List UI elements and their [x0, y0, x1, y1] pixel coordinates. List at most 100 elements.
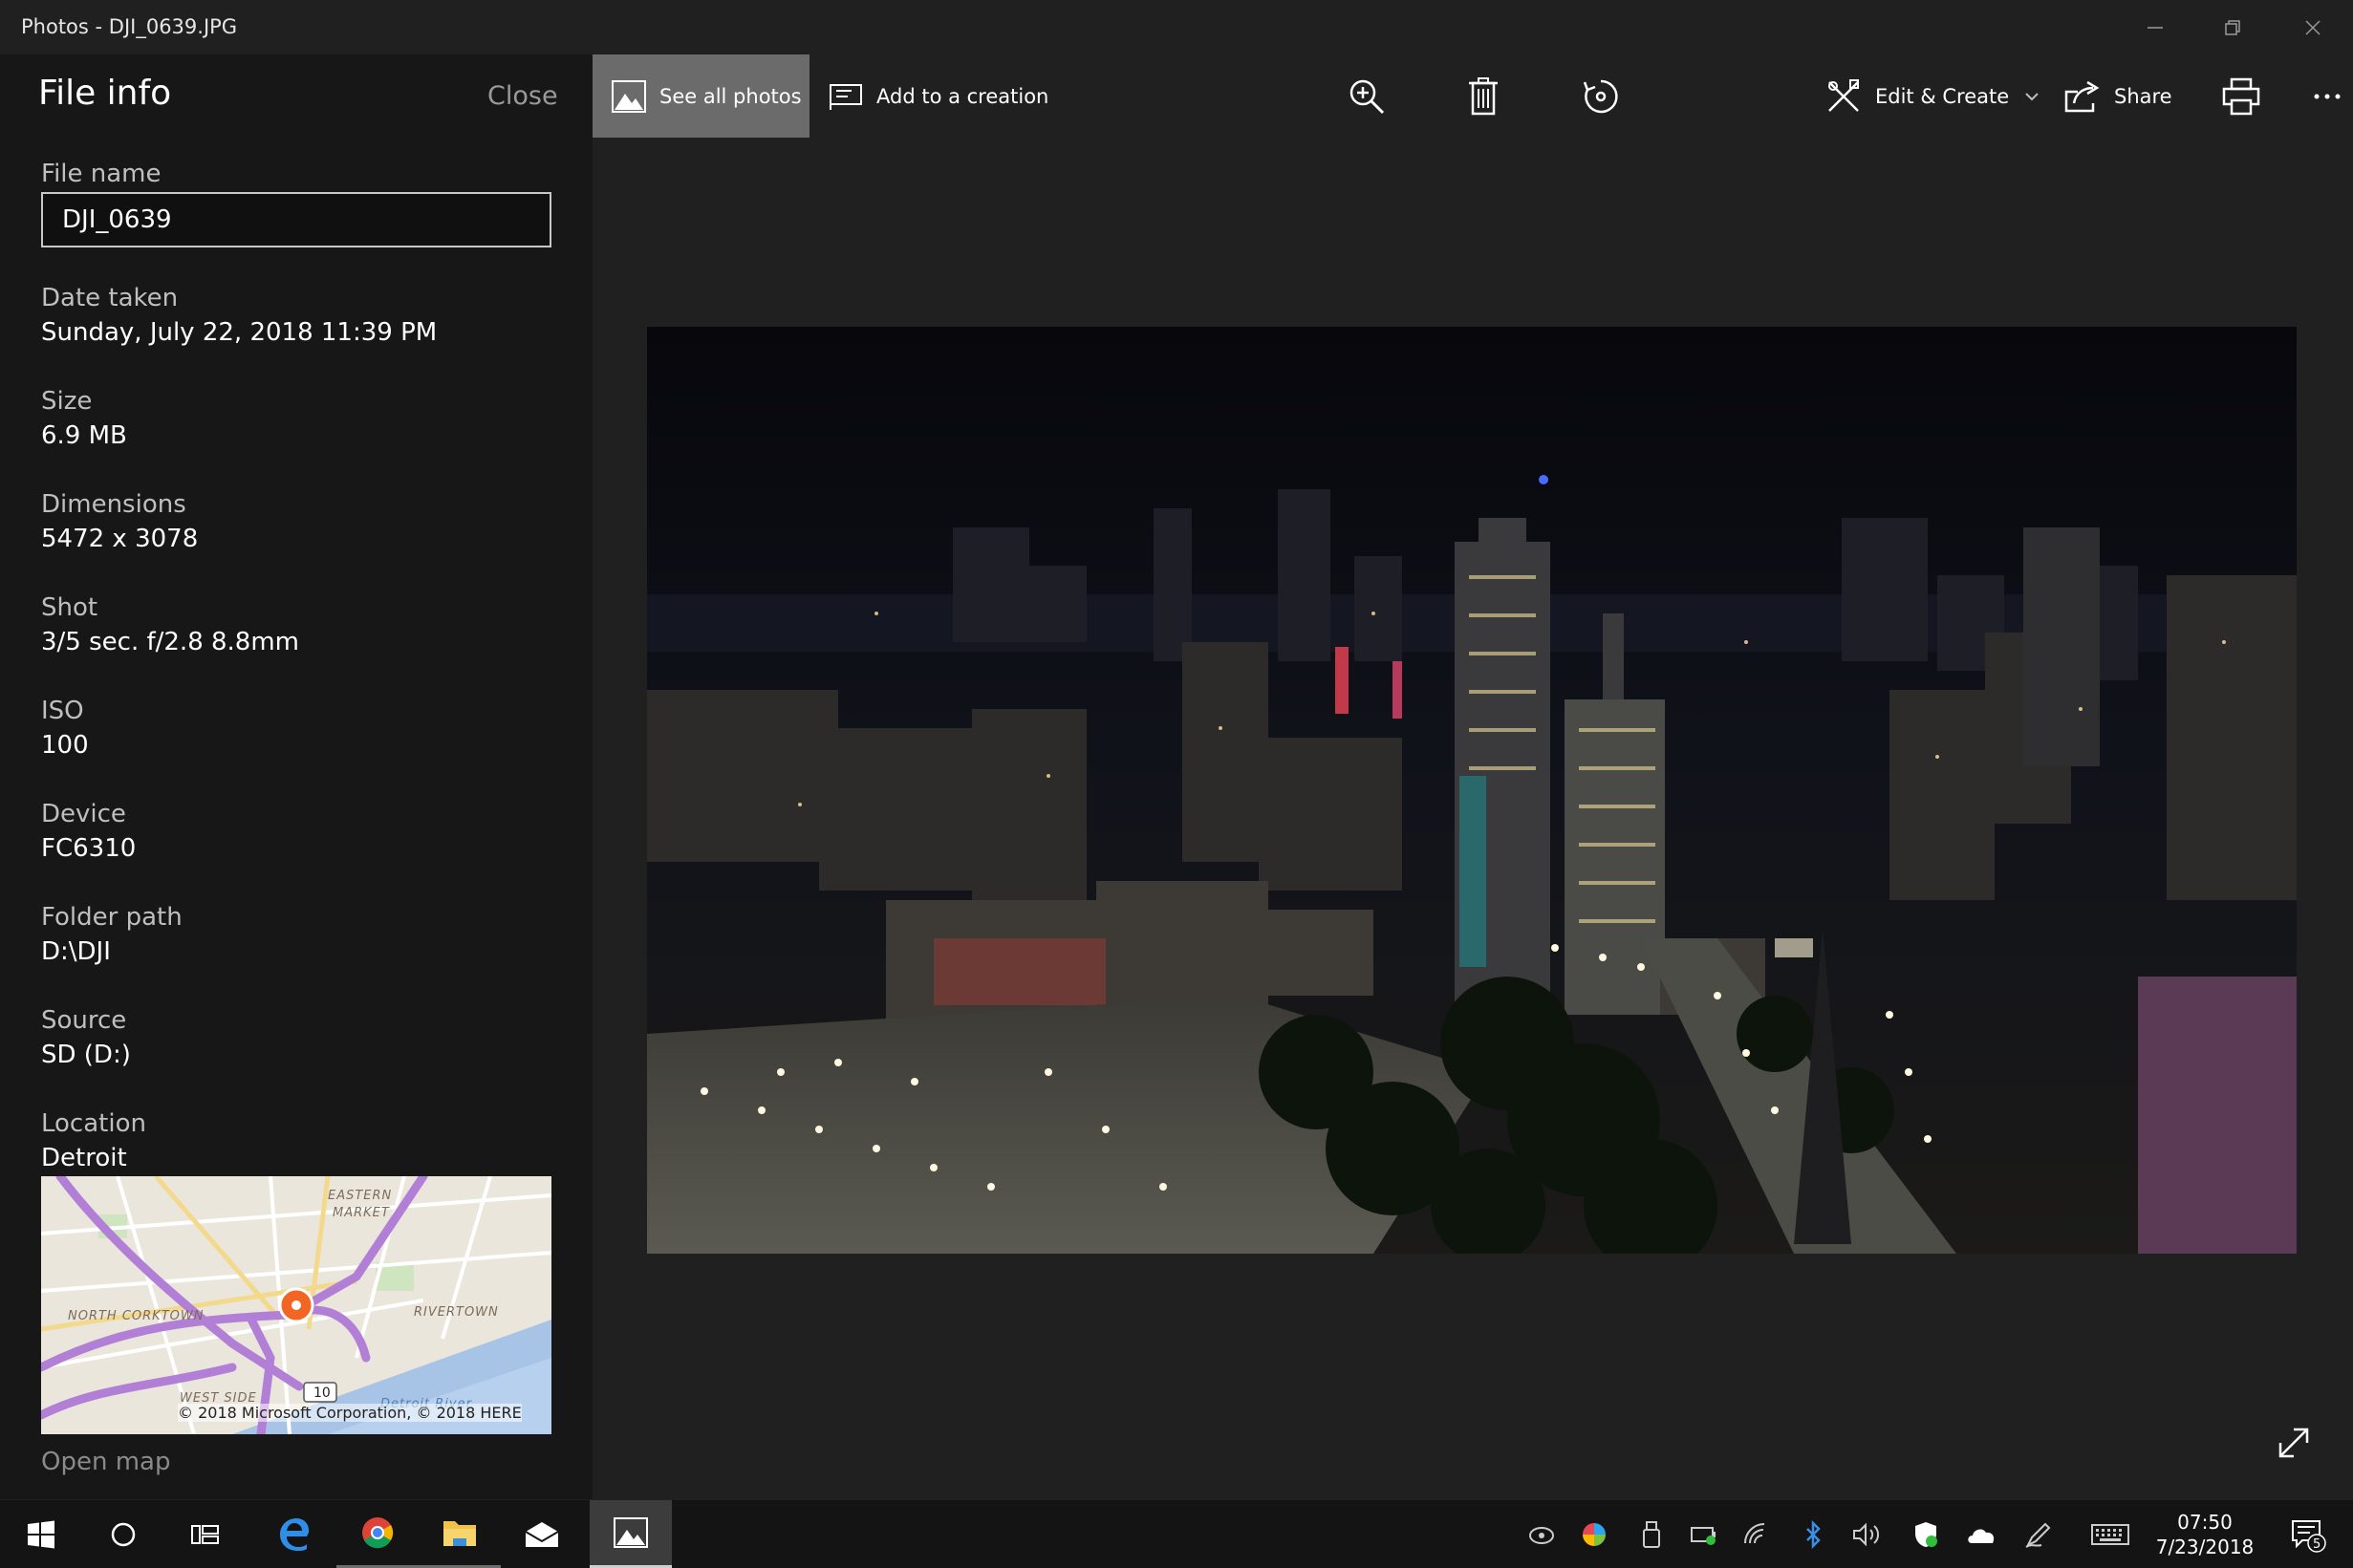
- clock-time: 07:50: [2177, 1511, 2233, 1534]
- see-all-photos-button[interactable]: See all photos: [593, 54, 810, 138]
- task-view-icon: [191, 1525, 219, 1544]
- road-shield-number: 10: [313, 1385, 331, 1401]
- source-label: Source: [41, 1006, 127, 1035]
- ellipsis-icon: [2314, 94, 2341, 98]
- window-title: Photos - DJI_0639.JPG: [21, 15, 238, 38]
- date-taken-value: Sunday, July 22, 2018 11:39 PM: [41, 318, 438, 347]
- taskbar-photos[interactable]: [590, 1500, 672, 1568]
- tray-storage-sense[interactable]: [1515, 1500, 1568, 1568]
- restore-button[interactable]: [2194, 0, 2271, 54]
- photos-app-window: Photos - DJI_0639.JPG File info Close Fi…: [0, 0, 2353, 1568]
- tray-color-app[interactable]: [1567, 1500, 1621, 1568]
- open-map-link[interactable]: Open map: [41, 1448, 170, 1476]
- file-name-value: DJI_0639: [62, 205, 172, 234]
- taskbar-edge[interactable]: [253, 1500, 335, 1568]
- map-label-eastern: EASTERN: [328, 1189, 392, 1203]
- bluetooth-icon: [1806, 1520, 1821, 1549]
- file-info-panel: File info Close File name DJI_0639 Date …: [0, 54, 593, 1499]
- tray-volume[interactable]: [1840, 1500, 1893, 1568]
- mail-icon: [525, 1522, 559, 1547]
- shield-icon: [1915, 1522, 1937, 1547]
- edit-create-label: Edit & Create: [1875, 84, 2010, 108]
- night-city-photo: [647, 327, 2297, 1254]
- keyboard-icon: [2091, 1524, 2129, 1545]
- map-graphic: EASTERN MARKET NORTH CORKTOWN RIVERTOWN …: [41, 1176, 551, 1434]
- dimensions-value: 5472 x 3078: [41, 525, 199, 553]
- delete-button[interactable]: [1450, 54, 1517, 138]
- minimize-icon: [2148, 26, 2163, 29]
- taskbar-clock[interactable]: 07:50 7/23/2018: [2133, 1510, 2277, 1559]
- folder-icon: [443, 1521, 476, 1546]
- folder-path-value: D:\DJI: [41, 937, 111, 966]
- folder-path-label: Folder path: [41, 903, 183, 932]
- map-label-north-corktown: NORTH CORKTOWN: [68, 1309, 204, 1323]
- tray-pen-workspace[interactable]: [2012, 1500, 2065, 1568]
- photo-viewer-image[interactable]: [647, 327, 2297, 1254]
- size-label: Size: [41, 387, 93, 416]
- wifi-icon: [1744, 1523, 1765, 1544]
- photos-icon: [612, 79, 646, 113]
- share-button[interactable]: Share: [2064, 54, 2172, 138]
- share-label: Share: [2114, 84, 2172, 108]
- cloud-sync-icon: [1529, 1527, 1554, 1544]
- taskbar-mail[interactable]: [501, 1500, 583, 1568]
- notification-icon: 5: [2292, 1520, 2326, 1553]
- file-name-label: File name: [41, 160, 162, 188]
- device-label: Device: [41, 800, 126, 828]
- location-label: Location: [41, 1109, 146, 1138]
- tray-power[interactable]: [1677, 1500, 1731, 1568]
- edge-browser-icon: [280, 1518, 310, 1551]
- zoom-button[interactable]: [1333, 54, 1400, 138]
- battery-charging-icon: [1691, 1527, 1716, 1545]
- windows-logo-icon: [28, 1520, 54, 1549]
- location-map[interactable]: EASTERN MARKET NORTH CORKTOWN RIVERTOWN …: [41, 1176, 551, 1434]
- color-wheel-icon: [1583, 1523, 1606, 1546]
- minimize-button[interactable]: [2117, 0, 2193, 54]
- full-screen-button[interactable]: [2275, 1424, 2313, 1462]
- tray-wifi[interactable]: [1730, 1500, 1783, 1568]
- add-to-creation-label: Add to a creation: [876, 84, 1049, 108]
- print-button[interactable]: [2208, 54, 2275, 138]
- pen-icon: [2025, 1522, 2051, 1548]
- tray-onedrive[interactable]: [1954, 1500, 2008, 1568]
- clock-date: 7/23/2018: [2155, 1536, 2255, 1558]
- close-icon: [2305, 19, 2321, 35]
- share-icon: [2064, 80, 2100, 112]
- onedrive-cloud-icon: [1968, 1529, 1995, 1543]
- panel-close-button[interactable]: Close: [487, 81, 558, 111]
- cortana-button[interactable]: [82, 1500, 164, 1568]
- close-window-button[interactable]: [2275, 0, 2351, 54]
- tray-touch-keyboard[interactable]: [2083, 1500, 2137, 1568]
- add-to-creation-button[interactable]: Add to a creation: [829, 54, 1048, 138]
- edit-create-button[interactable]: Edit & Create: [1825, 54, 2040, 138]
- iso-label: ISO: [41, 697, 84, 725]
- zoom-in-icon: [1349, 79, 1385, 114]
- task-view-button[interactable]: [164, 1500, 247, 1568]
- chevron-down-icon: [2025, 92, 2039, 100]
- action-center-button[interactable]: 5: [2279, 1500, 2337, 1568]
- speaker-icon: [1853, 1522, 1880, 1547]
- chrome-browser-icon: [362, 1517, 394, 1549]
- tray-bluetooth[interactable]: [1787, 1500, 1841, 1568]
- notification-count: 5: [2313, 1537, 2321, 1552]
- map-copyright: © 2018 Microsoft Corporation, © 2018 HER…: [178, 1404, 522, 1422]
- taskbar-file-explorer[interactable]: [419, 1500, 501, 1568]
- start-button[interactable]: [0, 1500, 82, 1568]
- file-name-input[interactable]: DJI_0639: [41, 192, 551, 247]
- panel-title: File info: [38, 74, 172, 113]
- more-options-button[interactable]: [2303, 54, 2351, 138]
- device-value: FC6310: [41, 834, 137, 863]
- iso-value: 100: [41, 731, 89, 760]
- taskbar-chrome[interactable]: [336, 1500, 419, 1568]
- tray-usb[interactable]: [1625, 1500, 1678, 1568]
- rotate-button[interactable]: [1567, 54, 1634, 138]
- shot-value: 3/5 sec. f/2.8 8.8mm: [41, 628, 300, 656]
- tray-defender[interactable]: [1899, 1500, 1953, 1568]
- edit-create-icon: [1828, 78, 1859, 112]
- photo-toolbar: See all photos Add to a creation Edit & …: [593, 54, 2353, 138]
- usb-drive-icon: [1643, 1521, 1660, 1548]
- trash-icon: [1469, 76, 1498, 115]
- location-value: Detroit: [41, 1144, 127, 1172]
- restore-icon: [2225, 19, 2240, 35]
- shot-label: Shot: [41, 593, 98, 622]
